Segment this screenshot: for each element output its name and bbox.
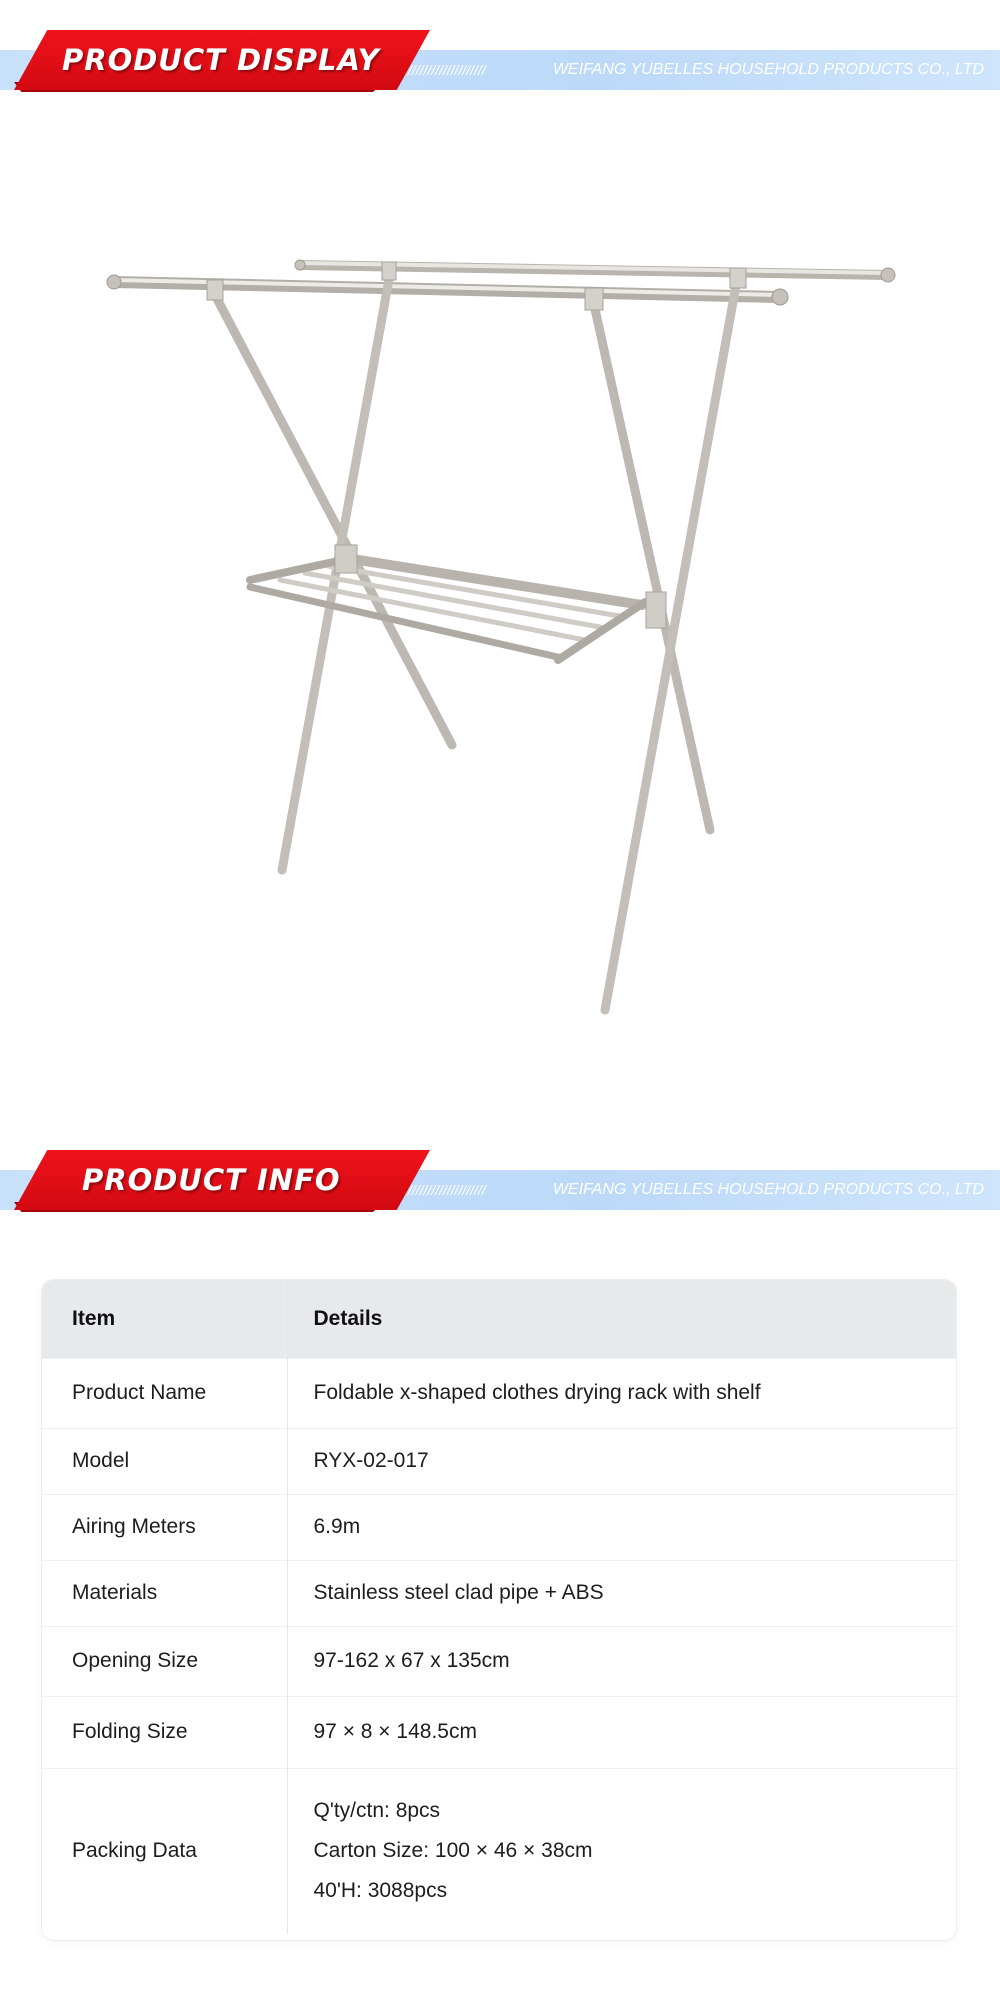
row-value: 6.9m [286,1493,956,1560]
row-value: 97 × 8 × 148.5cm [286,1695,956,1768]
header-item: Item [72,1306,116,1330]
product-display-banner: PRODUCT DISPLAY //////////////////// WEI… [0,30,1000,110]
table-row: Model RYX-02-017 [42,1427,956,1494]
product-info-table: Item Details Product Name Foldable x-sha… [42,1280,956,1940]
product-info-banner: PRODUCT INFO //////////////////// WEIFAN… [0,1150,1000,1230]
packing-line: Q'ty/ctn: 8pcs [313,1799,441,1823]
table-row: Opening Size 97-162 x 67 x 135cm [42,1625,956,1696]
table-row: Folding Size 97 × 8 × 148.5cm [42,1695,956,1768]
banner-slashes: //////////////////// [408,62,486,78]
row-label: Product Name [42,1357,287,1428]
header-details: Details [286,1280,956,1358]
row-label: Folding Size [42,1695,287,1768]
row-label: Packing Data [42,1767,287,1934]
row-label: Opening Size [42,1625,287,1696]
drying-rack-image [106,259,896,1015]
packing-line: 40'H: 3088pcs [313,1879,448,1903]
packing-line: Carton Size: 100 × 46 × 38cm [313,1839,593,1863]
table-row: Materials Stainless steel clad pipe + AB… [42,1559,956,1626]
row-label: Airing Meters [42,1493,287,1560]
table-row: Product Name Foldable x-shaped clothes d… [42,1357,956,1428]
table-row: Airing Meters 6.9m [42,1493,956,1560]
row-value: Foldable x-shaped clothes drying rack wi… [286,1357,956,1428]
row-value: Stainless steel clad pipe + ABS [286,1559,956,1626]
company-name: WEIFANG YUBELLES HOUSEHOLD PRODUCTS CO.,… [552,61,984,78]
section-title: PRODUCT INFO [82,1163,341,1197]
section-title: PRODUCT DISPLAY [62,43,380,77]
row-value: 97-162 x 67 x 135cm [286,1625,956,1696]
row-label: Materials [42,1559,287,1626]
row-value: Q'ty/ctn: 8pcs Carton Size: 100 × 46 × 3… [286,1767,956,1934]
table-header-row: Item Details [42,1280,956,1358]
table-row: Packing Data Q'ty/ctn: 8pcs Carton Size:… [42,1767,956,1934]
row-label: Model [42,1427,287,1494]
row-value: RYX-02-017 [286,1427,956,1494]
banner-slashes: //////////////////// [408,1182,486,1198]
company-name: WEIFANG YUBELLES HOUSEHOLD PRODUCTS CO.,… [552,1181,984,1198]
